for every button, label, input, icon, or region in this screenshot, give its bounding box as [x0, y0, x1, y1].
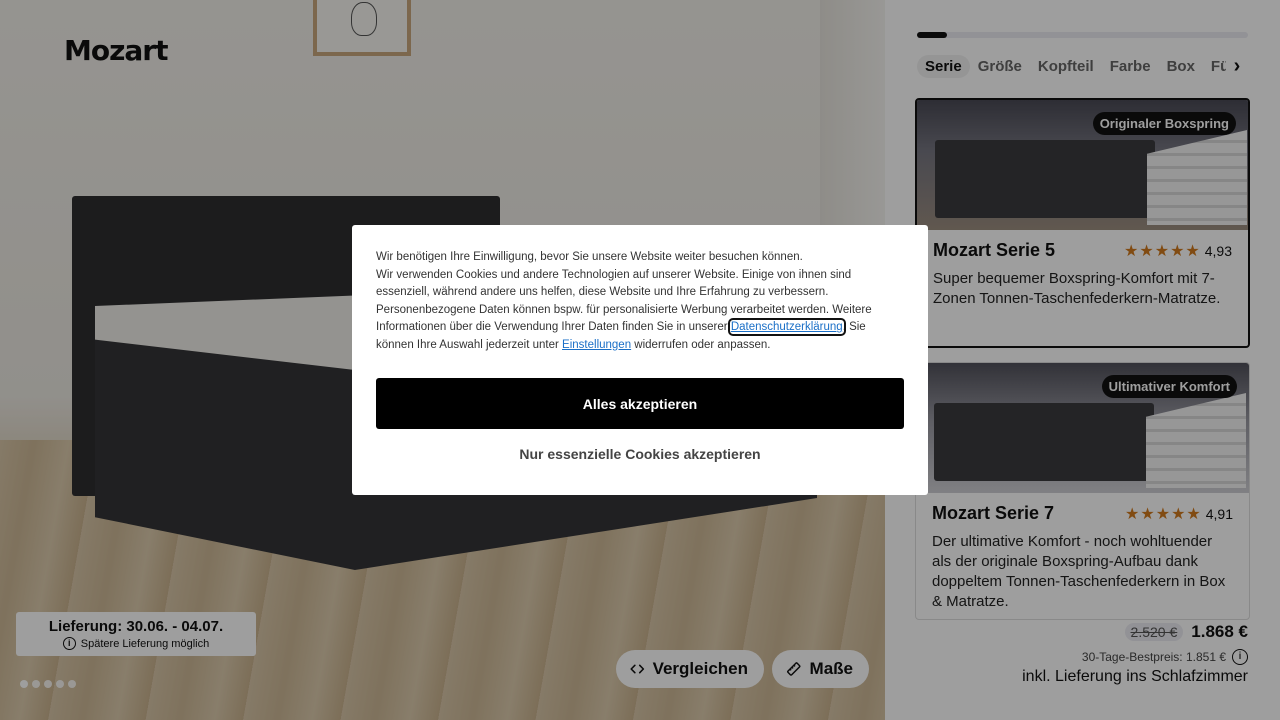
privacy-policy-link[interactable]: Datenschutzerklärung — [727, 318, 846, 337]
accept-all-button[interactable]: Alles akzeptieren — [376, 378, 904, 429]
consent-intro: Wir benötigen Ihre Einwilligung, bevor S… — [376, 251, 803, 263]
consent-body-end: widerrufen oder anpassen. — [631, 338, 771, 351]
cookie-consent-dialog: Wir benötigen Ihre Einwilligung, bevor S… — [352, 225, 928, 495]
settings-link[interactable]: Einstellungen — [562, 339, 631, 351]
consent-text: Wir benötigen Ihre Einwilligung, bevor S… — [376, 249, 904, 355]
accept-essential-button[interactable]: Nur essenzielle Cookies akzeptieren — [376, 442, 904, 466]
consent-body: Wir verwenden Cookies und andere Technol… — [376, 267, 904, 355]
